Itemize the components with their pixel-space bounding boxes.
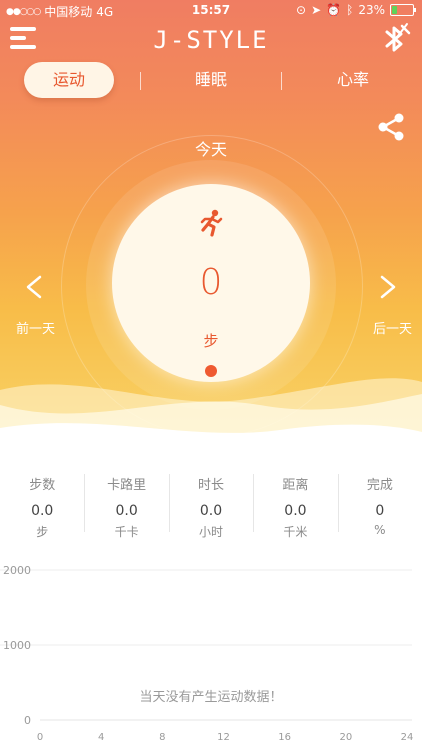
decorative-waves — [0, 378, 422, 445]
x-tick-label: 20 — [339, 732, 352, 743]
stat-value: 0.0 — [284, 503, 307, 519]
status-bar: ●●○○○ 中国移动 4G 15:57 ⊙ ➤ ⏰ ᛒ 23% — [0, 0, 422, 22]
stat-unit: 步 — [36, 525, 49, 539]
x-tick-label: 0 — [37, 732, 43, 743]
empty-data-message: 当天没有产生运动数据！ — [139, 690, 283, 705]
stat-steps: 步数 0.0 步 — [0, 468, 84, 542]
stat-unit: 千卡 — [114, 525, 139, 539]
stat-label: 时长 — [198, 478, 225, 493]
stat-duration: 时长 0.0 小时 — [168, 468, 253, 542]
hourly-steps-chart: 0 1000 2000 0 4 8 12 16 20 24 — [0, 564, 414, 743]
y-tick-label: 1000 — [3, 639, 31, 652]
tab-bar: 运动 睡眠 心率 — [0, 62, 422, 98]
chevron-right-icon[interactable] — [376, 274, 400, 300]
tab-sleep[interactable]: 睡眠 — [166, 62, 256, 98]
steps-value: 0 — [199, 262, 223, 303]
tab-divider — [140, 72, 141, 90]
x-tick-label: 12 — [217, 732, 230, 743]
stat-distance: 距离 0.0 千米 — [253, 468, 337, 542]
stat-calories: 卡路里 0.0 千卡 — [84, 468, 168, 542]
bluetooth-status-icon: ᛒ — [346, 3, 354, 17]
stat-value: 0.0 — [31, 503, 54, 519]
battery-percent: 23% — [358, 3, 385, 17]
steps-circle: 0 步 — [112, 184, 310, 382]
steps-unit: 步 — [203, 332, 219, 350]
stat-label: 卡路里 — [107, 478, 147, 493]
next-day-button[interactable]: 后一天 — [373, 318, 412, 337]
stat-value: 0 — [375, 503, 385, 519]
stat-unit: 小时 — [199, 525, 224, 539]
x-tick-label: 16 — [278, 732, 291, 743]
y-tick-label: 0 — [24, 714, 31, 727]
previous-day-button[interactable]: 前一天 — [16, 318, 55, 337]
bluetooth-icon[interactable] — [378, 22, 412, 56]
activity-hero: ●●○○○ 中国移动 4G 15:57 ⊙ ➤ ⏰ ᛒ 23% J-STYLE … — [0, 0, 422, 445]
app-logo: J-STYLE — [153, 26, 269, 54]
stat-label: 完成 — [366, 478, 393, 493]
x-tick-label: 24 — [401, 732, 414, 743]
tab-activity[interactable]: 运动 — [24, 62, 114, 98]
battery-icon — [390, 4, 416, 16]
y-tick-label: 2000 — [3, 564, 31, 577]
x-tick-label: 8 — [159, 732, 165, 743]
x-tick-label: 4 — [98, 732, 104, 743]
tab-heart-rate[interactable]: 心率 — [308, 62, 398, 98]
stat-unit: % — [374, 523, 386, 537]
stat-value: 0.0 — [199, 503, 223, 519]
stat-unit: 千米 — [283, 525, 308, 539]
location-icon: ➤ — [311, 3, 322, 17]
status-right: ⊙ ➤ ⏰ ᛒ 23% — [296, 3, 416, 17]
alarm-icon: ⏰ — [326, 3, 342, 17]
running-icon — [200, 209, 223, 237]
rotation-lock-icon: ⊙ — [296, 3, 307, 17]
stats-row: 步数 0.0 步 卡路里 0.0 千卡 时长 0.0 小时 距离 0.0 千米 … — [0, 468, 422, 542]
stat-label: 距离 — [282, 478, 309, 493]
chevron-left-icon[interactable] — [22, 274, 46, 300]
tab-divider — [281, 72, 282, 90]
stat-value: 0.0 — [115, 503, 138, 519]
stat-label: 步数 — [29, 478, 56, 493]
stat-completion: 完成 0 % — [337, 468, 422, 542]
